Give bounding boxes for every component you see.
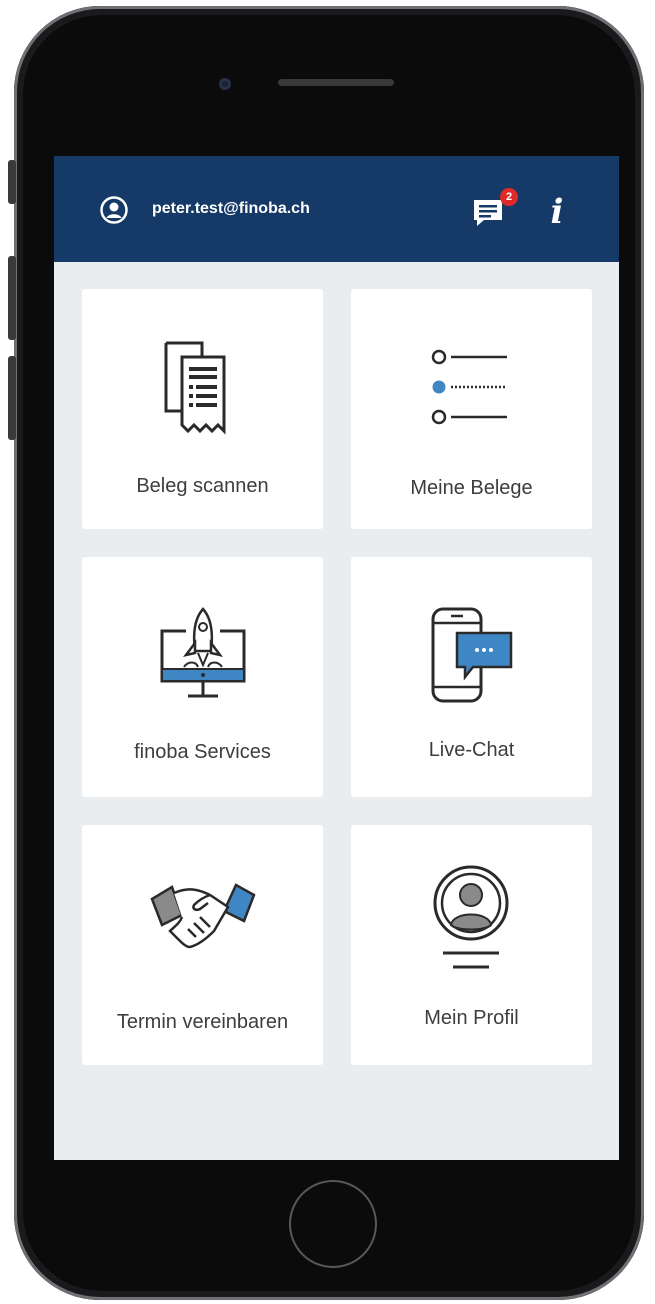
user-email[interactable]: peter.test@finoba.ch [152, 200, 310, 218]
earpiece-speaker [278, 79, 394, 86]
home-button[interactable] [289, 1180, 377, 1268]
rocket-monitor-icon [160, 607, 246, 698]
profile-icon [433, 865, 509, 969]
tile-live-chat[interactable]: Live-Chat [351, 557, 592, 797]
tile-label: Beleg scannen [136, 475, 269, 497]
tile-label: Mein Profil [424, 1007, 519, 1029]
user-circle-icon[interactable] [100, 196, 128, 224]
tile-beleg-scannen[interactable]: Beleg scannen [82, 289, 323, 529]
info-icon[interactable]: i [544, 192, 570, 232]
volume-down-button [8, 356, 16, 440]
tile-termin-vereinbaren[interactable]: Termin vereinbaren [82, 825, 323, 1065]
volume-up-button [8, 256, 16, 340]
tile-meine-belege[interactable]: Meine Belege [351, 289, 592, 529]
handshake-icon [150, 883, 256, 949]
tile-label: Live-Chat [428, 739, 515, 761]
tile-label: Meine Belege [410, 477, 533, 499]
tile-mein-profil[interactable]: Mein Profil [351, 825, 592, 1065]
notification-badge: 2 [500, 188, 518, 206]
receipt-scan-icon [164, 341, 226, 435]
app-screen: peter.test@finoba.ch 2 i Beleg scannen M… [54, 156, 619, 1160]
top-bar: peter.test@finoba.ch 2 i [54, 156, 619, 262]
tile-label: Termin vereinbaren [116, 1011, 289, 1033]
tile-finoba-services[interactable]: finoba Services [82, 557, 323, 797]
tile-label: finoba Services [134, 741, 271, 763]
list-icon [431, 349, 507, 425]
front-camera [219, 78, 231, 90]
phone-chat-icon [431, 607, 513, 703]
chat-bubble-icon[interactable] [472, 196, 504, 228]
mute-switch [8, 160, 16, 204]
